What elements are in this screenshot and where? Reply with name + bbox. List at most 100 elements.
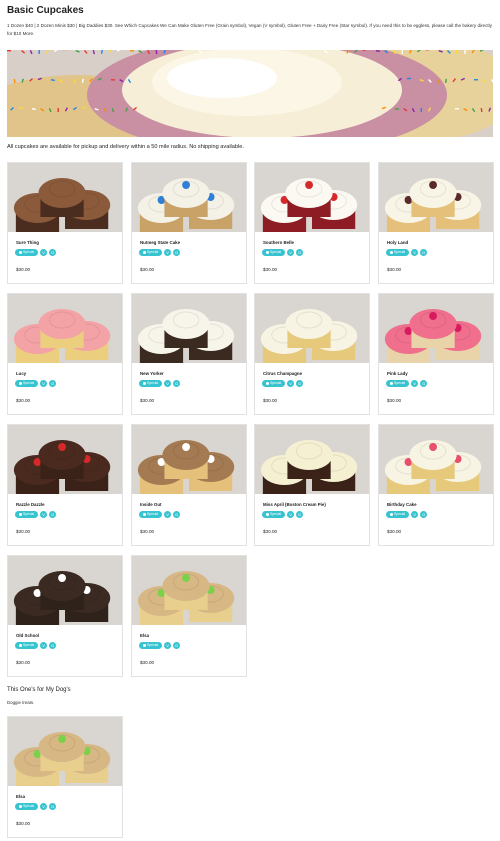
special-badge: Special — [262, 380, 286, 387]
dog-product-card[interactable]: Elsa Special V G $30.00 — [7, 716, 123, 838]
product-photo[interactable] — [255, 163, 369, 232]
product-name[interactable]: Old School — [16, 633, 39, 638]
special-badge-label: Special — [147, 643, 159, 647]
product-name[interactable]: Sure Thing — [16, 240, 39, 245]
product-name[interactable]: Southern Belle — [263, 240, 294, 245]
cupcake-illustration — [132, 294, 246, 363]
gluten-free-icon: G — [173, 249, 181, 256]
hero-image — [7, 50, 493, 137]
gluten-free-icon: G — [420, 380, 428, 387]
product-photo[interactable] — [8, 556, 122, 625]
gluten-free-icon: G — [49, 803, 57, 810]
product-photo[interactable] — [379, 425, 493, 494]
product-card[interactable]: Southern Belle Special V G $30.00 — [254, 162, 370, 284]
cupcake-illustration — [379, 294, 493, 363]
vegan-icon: V — [411, 249, 419, 256]
special-badge: Special — [386, 511, 410, 518]
product-card[interactable]: Holy Land Special V G $30.00 — [378, 162, 494, 284]
product-name[interactable]: Elsa — [140, 633, 149, 638]
product-name[interactable]: Inside Out — [140, 502, 161, 507]
special-badge-label: Special — [394, 250, 406, 254]
special-badge: Special — [15, 642, 39, 649]
product-price: $30.00 — [16, 660, 31, 665]
cupcake-illustration — [255, 425, 369, 494]
product-price: $30.00 — [263, 398, 278, 403]
product-card[interactable]: Inside Out Special V G $30.00 — [131, 424, 247, 546]
special-badge-label: Special — [394, 381, 406, 385]
product-name[interactable]: Citrus Champagne — [263, 371, 302, 376]
product-name[interactable]: Nutmeg State Cake — [140, 240, 180, 245]
product-card[interactable]: New Yorker Special V G $30.00 — [131, 293, 247, 415]
cupcake-illustration — [379, 425, 493, 494]
dietary-badges: Special V G — [15, 249, 57, 256]
star-icon — [143, 644, 146, 647]
gluten-free-icon: G — [296, 380, 304, 387]
special-badge: Special — [386, 249, 410, 256]
product-name[interactable]: Miss April (Boston Cream Pie) — [263, 502, 326, 507]
product-photo[interactable] — [132, 163, 246, 232]
vegan-icon: V — [40, 642, 48, 649]
special-badge: Special — [15, 511, 39, 518]
product-card[interactable]: Pink Lady Special V G $30.00 — [378, 293, 494, 415]
product-photo[interactable] — [8, 717, 122, 786]
product-name[interactable]: Birthday Cake — [387, 502, 417, 507]
product-card[interactable]: Old School Special V G $30.00 — [7, 555, 123, 677]
dietary-badges: Special V G — [15, 803, 57, 810]
vegan-icon: V — [287, 249, 295, 256]
product-photo[interactable] — [8, 425, 122, 494]
star-icon — [143, 382, 146, 385]
product-card[interactable]: Miss April (Boston Cream Pie) Special V G $3… — [254, 424, 370, 546]
special-badge: Special — [15, 803, 39, 810]
product-name[interactable]: Holy Land — [387, 240, 408, 245]
special-badge: Special — [139, 511, 163, 518]
product-card[interactable]: Citrus Champagne Special V G $30.00 — [254, 293, 370, 415]
product-price: $30.00 — [16, 529, 31, 534]
product-photo[interactable] — [132, 556, 246, 625]
product-photo[interactable] — [132, 294, 246, 363]
vegan-icon: V — [411, 380, 419, 387]
dietary-badges: Special V G — [15, 380, 57, 387]
product-card[interactable]: Birthday Cake Special V G $30.00 — [378, 424, 494, 546]
product-name[interactable]: Razzle Dazzle — [16, 502, 45, 507]
product-price: $30.00 — [16, 821, 31, 826]
product-photo[interactable] — [379, 163, 493, 232]
cupcake-illustration — [132, 425, 246, 494]
gluten-free-icon: G — [49, 380, 57, 387]
special-badge: Special — [139, 642, 163, 649]
product-name[interactable]: New Yorker — [140, 371, 164, 376]
dietary-badges: Special V G — [386, 249, 428, 256]
special-badge: Special — [262, 249, 286, 256]
star-icon — [19, 644, 22, 647]
product-photo[interactable] — [379, 294, 493, 363]
product-photo[interactable] — [132, 425, 246, 494]
gluten-free-icon: G — [173, 642, 181, 649]
product-photo[interactable] — [8, 294, 122, 363]
star-icon — [390, 382, 393, 385]
product-name[interactable]: Elsa — [16, 794, 25, 799]
product-card[interactable]: Razzle Dazzle Special V G $30.00 — [7, 424, 123, 546]
special-badge-label: Special — [270, 381, 282, 385]
gluten-free-icon: G — [296, 511, 304, 518]
product-price: $30.00 — [387, 267, 402, 272]
product-card[interactable]: Nutmeg State Cake Special V G $30.00 — [131, 162, 247, 284]
product-card[interactable]: Sure Thing Special V G $30.00 — [7, 162, 123, 284]
dog-section-title: This One's for My Dog's — [7, 687, 71, 693]
dietary-badges: Special V G — [386, 380, 428, 387]
product-photo[interactable] — [8, 163, 122, 232]
star-icon — [19, 513, 22, 516]
product-card[interactable]: Elsa Special V G $30.00 — [131, 555, 247, 677]
vegan-icon: V — [164, 249, 172, 256]
vegan-icon: V — [164, 642, 172, 649]
product-name[interactable]: Lucy — [16, 371, 26, 376]
product-price: $30.00 — [140, 529, 155, 534]
product-name[interactable]: Pink Lady — [387, 371, 408, 376]
special-badge-label: Special — [147, 250, 159, 254]
star-icon — [266, 382, 269, 385]
product-photo[interactable] — [255, 425, 369, 494]
cupcake-illustration — [255, 163, 369, 232]
product-photo[interactable] — [255, 294, 369, 363]
product-price: $30.00 — [387, 529, 402, 534]
star-icon — [390, 513, 393, 516]
cupcake-illustration — [8, 163, 122, 232]
product-card[interactable]: Lucy Special V G $30.00 — [7, 293, 123, 415]
